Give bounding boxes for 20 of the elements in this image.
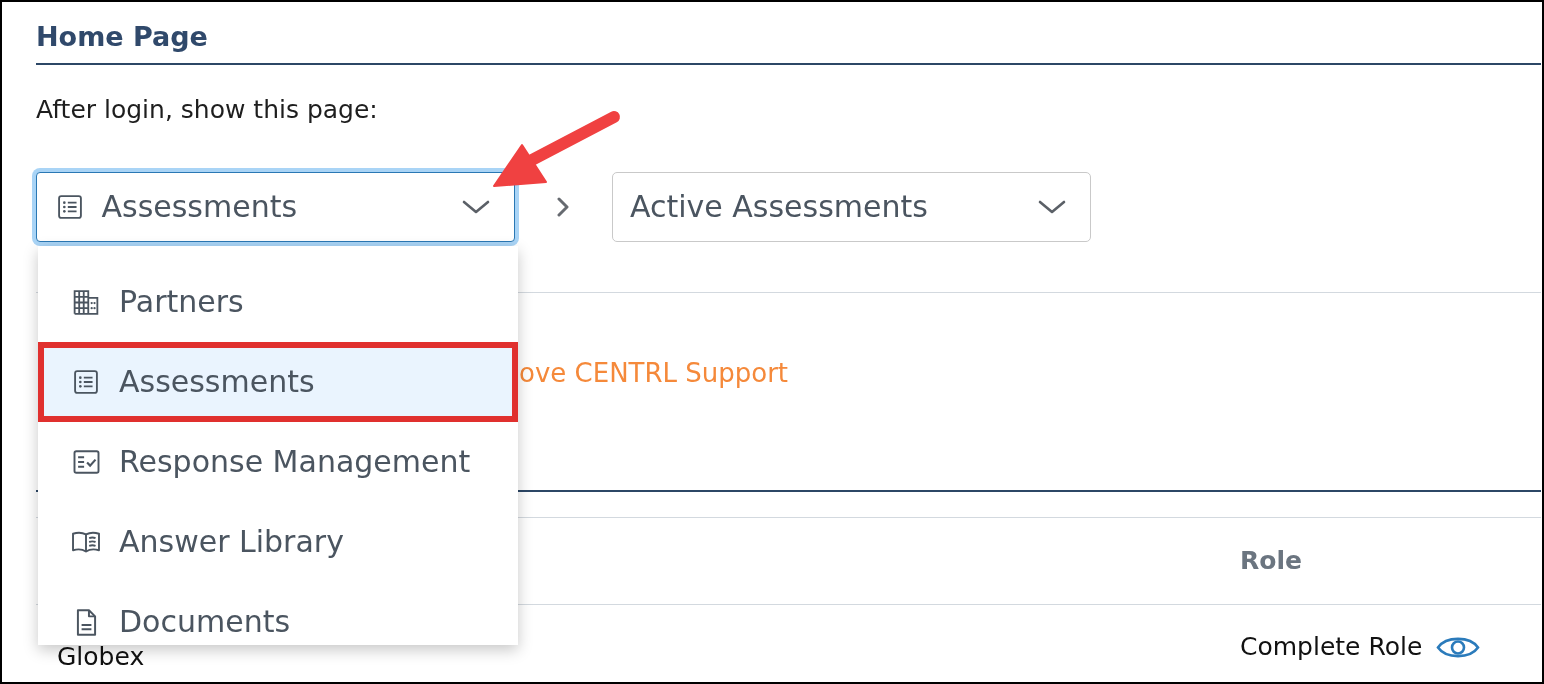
- dropdown-select[interactable]: Active Assessments: [612, 172, 1091, 242]
- checklist-icon: [72, 450, 100, 474]
- chevron-down-icon: [462, 200, 490, 214]
- book-icon: [72, 531, 100, 553]
- menu-item[interactable]: Answer Library: [38, 502, 518, 582]
- table-cell: Globex: [57, 642, 145, 671]
- document-icon: [75, 608, 97, 636]
- chevron-down-icon: [1038, 200, 1066, 214]
- chevron-right-icon: [556, 197, 570, 217]
- list-icon: [74, 370, 98, 394]
- list-icon: [57, 195, 82, 219]
- building-icon: [73, 289, 99, 315]
- column-header: Role: [1240, 546, 1302, 576]
- prompt-text: After login, show this page:: [36, 95, 378, 125]
- menu-item[interactable]: Partners: [38, 262, 518, 342]
- section-title: Home Page: [36, 21, 208, 53]
- menu-item[interactable]: Assessments: [38, 342, 518, 422]
- menu-item[interactable]: Documents: [38, 582, 518, 645]
- menu-item[interactable]: Response Management: [38, 422, 518, 502]
- table-cell: Complete Role: [1240, 632, 1423, 662]
